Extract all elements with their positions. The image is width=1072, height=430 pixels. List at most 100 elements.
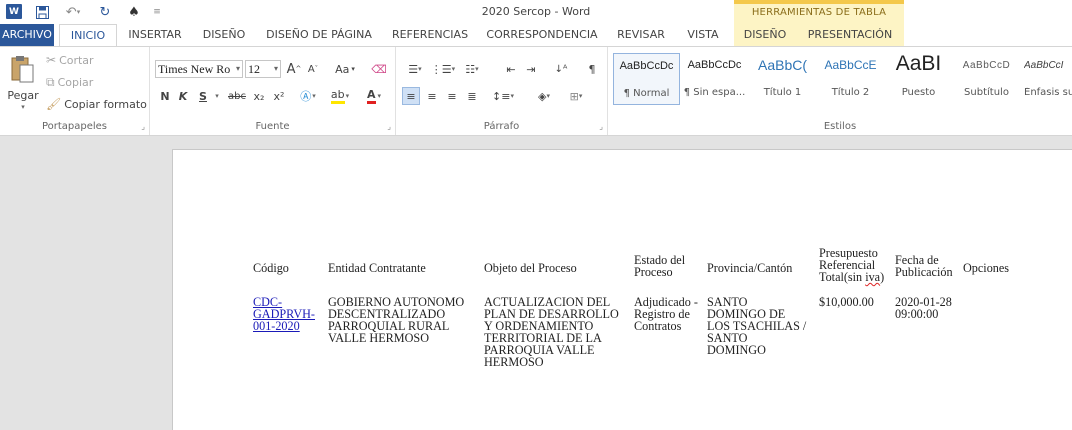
tab-diseno-pagina[interactable]: DISEÑO DE PÁGINA	[262, 24, 376, 46]
brush-icon: 🖌	[46, 97, 62, 111]
numbering-icon[interactable]: ⋮☰ ▾	[430, 60, 456, 78]
subscript-button[interactable]: x₂	[251, 87, 267, 105]
codigo-line: 001-2020	[253, 319, 300, 333]
styles-group-label: Estilos	[823, 121, 857, 132]
shrink-font-button[interactable]: Aˇ	[305, 60, 321, 78]
style-sample: AaBbC(	[757, 57, 808, 73]
decrease-indent-icon[interactable]: ⇤	[502, 60, 520, 78]
align-right-icon[interactable]: ≡	[443, 87, 461, 105]
superscript-button[interactable]: x²	[271, 87, 287, 105]
paste-icon	[11, 56, 34, 83]
align-center-icon[interactable]: ≡	[423, 87, 441, 105]
cell-presupuesto: $10,000.00	[819, 295, 874, 309]
customize-qat-icon[interactable]: ≡	[150, 3, 164, 21]
header-entidad: Entidad Contratante	[328, 261, 426, 275]
copy-icon: ⧉	[46, 75, 55, 89]
clipboard-group: Pegar ▾ ✂ Cortar ⧉ Copiar 🖌 Copiar forma…	[0, 47, 150, 135]
font-color-label: A	[366, 88, 376, 104]
style-sample: AaBbCcD	[962, 60, 1011, 71]
bold-button[interactable]: N	[158, 87, 172, 105]
change-case-label: Aa	[335, 62, 350, 76]
table-tools-header: HERRAMIENTAS DE TABLA	[734, 0, 904, 24]
header-presupuesto-paren: )	[880, 270, 885, 284]
style-name: Puesto	[901, 87, 936, 98]
clipboard-launcher-icon[interactable]: ⌟	[141, 122, 145, 131]
cell-fecha: 2020-01-28 09:00:00	[895, 296, 952, 320]
word-app-icon[interactable]: W	[6, 4, 22, 19]
style-gallery: AaBbCcDc ¶ Normal AaBbCcDc ¶ Sin espa...…	[613, 52, 1072, 109]
tab-referencias[interactable]: REFERENCIAS	[386, 24, 474, 46]
italic-button[interactable]: K	[176, 87, 190, 105]
bullets-icon[interactable]: ☰ ▾	[402, 60, 428, 78]
show-formatting-button[interactable]: ¶	[584, 60, 600, 78]
tab-insertar[interactable]: INSERTAR	[124, 24, 186, 46]
grow-font-button[interactable]: A ^	[286, 60, 302, 78]
header-estado: Estado del Proceso	[634, 254, 685, 278]
shading-icon[interactable]: ◈ ▾	[530, 87, 558, 105]
font-name-value: Times New Ro	[158, 62, 231, 76]
style-enfasis-sutil[interactable]: AaBbCcI Énfasis su	[1021, 53, 1072, 105]
paragraph-launcher-icon[interactable]: ⌟	[599, 122, 603, 131]
save-icon[interactable]	[32, 3, 52, 21]
chevron-down-icon: ▾	[273, 64, 278, 73]
cell-estado: Adjudicado - Registro de Contratos	[634, 296, 698, 332]
strikethrough-button[interactable]: abc	[226, 87, 248, 105]
style-titulo-1[interactable]: AaBbC( Título 1	[749, 53, 816, 105]
tab-vista[interactable]: VISTA	[680, 24, 726, 46]
clipboard-group-label: Portapapeles	[41, 121, 108, 132]
style-name: Énfasis su	[1024, 87, 1072, 98]
tab-table-presentacion[interactable]: PRESENTACIÓN	[796, 24, 904, 46]
header-presupuesto-line: Total(sin	[819, 270, 866, 284]
style-puesto[interactable]: AaBI Puesto	[885, 52, 952, 105]
title-bar: W ↶ ▾ ↻ ♠ ≡ 2020 Sercop - Word HERRAMIENT…	[0, 0, 1072, 24]
increase-indent-icon[interactable]: ⇥	[522, 60, 540, 78]
format-painter-label: Copiar formato	[64, 97, 147, 111]
sort-icon[interactable]: ↓ᴬ	[552, 60, 570, 78]
highlight-button[interactable]: ab ▾	[326, 87, 354, 105]
spelling-error-word[interactable]: iva	[865, 270, 880, 284]
font-name-combo[interactable]: Times New Ro ▾	[155, 60, 243, 78]
style-name: ¶ Sin espa...	[683, 87, 746, 98]
document-area: Código Entidad Contratante Objeto del Pr…	[0, 137, 1072, 430]
font-group: Times New Ro ▾ 12 ▾ A ^ Aˇ Aa ▾ ⌫ N K S ▾ …	[150, 47, 396, 135]
align-left-icon[interactable]: ≡	[402, 87, 420, 105]
tab-diseno[interactable]: DISEÑO	[196, 24, 252, 46]
codigo-link[interactable]: CDC- GADPRVH- 001-2020	[253, 296, 315, 332]
style-titulo-2[interactable]: AaBbCcE Título 2	[817, 53, 884, 105]
tab-correspondencia[interactable]: CORRESPONDENCIA	[482, 24, 602, 46]
line-spacing-icon[interactable]: ↕≡ ▾	[490, 87, 516, 105]
font-launcher-icon[interactable]: ⌟	[387, 122, 391, 131]
style-name: ¶ Normal	[623, 88, 670, 99]
font-size-combo[interactable]: 12 ▾	[245, 60, 281, 78]
style-normal[interactable]: AaBbCcDc ¶ Normal	[613, 53, 680, 105]
paste-button[interactable]: Pegar ▾	[6, 53, 40, 115]
copy-label: Copiar	[57, 76, 94, 89]
change-case-button[interactable]: Aa ▾	[332, 60, 358, 78]
font-group-label: Fuente	[255, 121, 290, 132]
multilevel-list-icon[interactable]: ☷ ▾	[458, 60, 486, 78]
copy-button[interactable]: ⧉ Copiar	[46, 75, 93, 90]
style-sample: AaBbCcI	[1024, 60, 1064, 71]
ribbon: Pegar ▾ ✂ Cortar ⧉ Copiar 🖌 Copiar forma…	[0, 46, 1072, 136]
tab-inicio[interactable]: INICIO	[59, 24, 117, 47]
style-sin-espaciado[interactable]: AaBbCcDc ¶ Sin espa...	[681, 53, 748, 105]
cut-button[interactable]: ✂ Cortar	[46, 53, 94, 67]
text-effects-icon[interactable]: Ⓐ ▾	[296, 87, 320, 105]
justify-icon[interactable]: ≣	[463, 87, 481, 105]
find-binoculars-icon[interactable]: ♠	[122, 3, 146, 21]
undo-icon[interactable]: ↶ ▾	[58, 3, 88, 21]
style-name: Subtítulo	[964, 87, 1009, 98]
tab-archivo[interactable]: ARCHIVO	[0, 24, 54, 46]
tab-table-diseno[interactable]: DISEÑO	[734, 24, 796, 46]
style-subtitulo[interactable]: AaBbCcD Subtítulo	[953, 53, 1020, 105]
underline-button[interactable]: S	[196, 87, 210, 105]
redo-icon[interactable]: ↻	[95, 3, 115, 21]
font-color-button[interactable]: A ▾	[360, 87, 388, 105]
format-painter-button[interactable]: 🖌 Copiar formato	[46, 97, 147, 111]
document-page[interactable]: Código Entidad Contratante Objeto del Pr…	[172, 149, 1072, 430]
chevron-down-icon[interactable]: ▾	[212, 87, 222, 105]
font-size-value: 12	[248, 62, 260, 76]
tab-revisar[interactable]: REVISAR	[612, 24, 670, 46]
clear-formatting-icon[interactable]: ⌫	[370, 60, 388, 78]
borders-icon[interactable]: ⊞ ▾	[562, 87, 590, 105]
